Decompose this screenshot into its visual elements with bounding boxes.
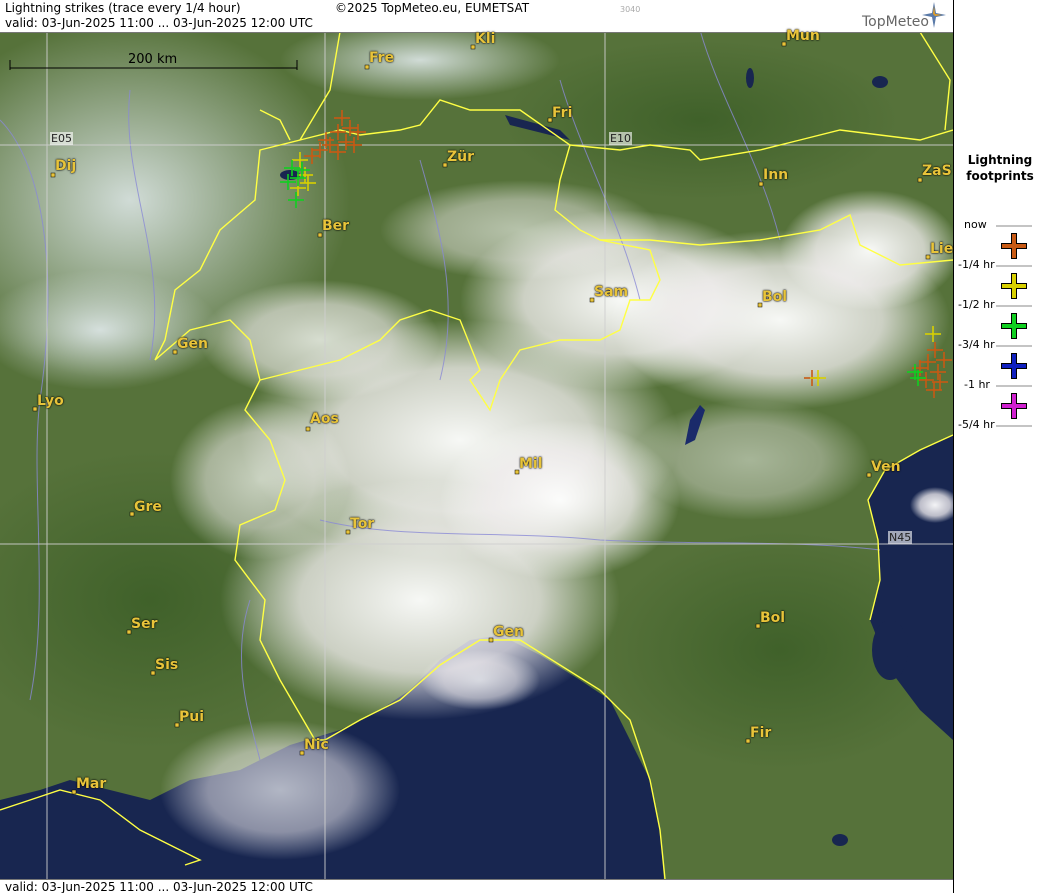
legend-plus-icon — [1002, 274, 1026, 298]
city-label[interactable]: Ser — [131, 616, 157, 632]
city-label[interactable]: Bol — [762, 289, 787, 305]
city-label[interactable]: Tor — [350, 516, 374, 532]
legend-plus-icon — [1002, 354, 1026, 378]
compass-star-icon — [922, 2, 946, 28]
map-title: Lightning strikes (trace every 1/4 hour) — [5, 1, 241, 15]
city-label[interactable]: ZaS — [922, 163, 952, 179]
city-label[interactable]: Gen — [177, 336, 208, 352]
legend-panel: Lightning footprints now -1/4 hr -1/2 hr… — [953, 0, 1045, 893]
city-label[interactable]: Inn — [763, 167, 788, 183]
city-label[interactable]: Aos — [310, 411, 339, 427]
city-label[interactable]: Ven — [871, 459, 901, 475]
city-label[interactable]: Sam — [594, 284, 628, 300]
city-label[interactable]: Lyo — [37, 393, 64, 409]
grid-label-n45: N45 — [888, 531, 913, 544]
city-label[interactable]: Mun — [786, 28, 820, 44]
city-label[interactable]: Nic — [304, 737, 329, 753]
city-label[interactable]: Ber — [322, 218, 349, 234]
city-label[interactable]: Fre — [369, 50, 394, 66]
city-label[interactable]: Sis — [155, 657, 178, 673]
legend-plus-icon — [1002, 234, 1026, 258]
validity-text: valid: 03-Jun-2025 11:00 ... 03-Jun-2025… — [5, 16, 313, 30]
map-footer: valid: 03-Jun-2025 11:00 ... 03-Jun-2025… — [0, 879, 953, 893]
city-label[interactable]: Mil — [519, 456, 543, 472]
grid-label-e05: E05 — [50, 132, 73, 145]
copyright-text: ©2025 TopMeteo.eu, EUMETSAT — [335, 1, 530, 15]
map-code: 3040 — [620, 5, 641, 14]
city-label[interactable]: Mar — [76, 776, 106, 792]
grid-label-e10: E10 — [609, 132, 632, 145]
city-label[interactable]: Fir — [750, 725, 771, 741]
city-label[interactable]: Dij — [55, 158, 76, 174]
city-dot — [305, 426, 311, 432]
legend-plus-icon — [1002, 394, 1026, 418]
legend-markers — [996, 225, 1032, 427]
satellite-map[interactable]: Lightning strikes (trace every 1/4 hour)… — [0, 0, 953, 893]
city-label[interactable]: Zür — [447, 149, 474, 165]
city-label[interactable]: Pui — [179, 709, 204, 725]
scale-label: 200 km — [128, 52, 178, 67]
topmeteo-logo[interactable]: TopMeteo — [862, 14, 929, 30]
city-label[interactable]: Gen — [493, 624, 524, 640]
footer-validity-text: valid: 03-Jun-2025 11:00 ... 03-Jun-2025… — [5, 880, 313, 893]
city-label[interactable]: Kli — [475, 31, 495, 47]
city-label[interactable]: Gre — [134, 499, 162, 515]
city-label[interactable]: Lie — [930, 241, 953, 257]
city-label[interactable]: Bol — [760, 610, 785, 626]
legend-plus-icon — [1002, 314, 1026, 338]
city-label[interactable]: Fri — [552, 105, 572, 121]
map-canvas[interactable] — [0, 0, 953, 893]
